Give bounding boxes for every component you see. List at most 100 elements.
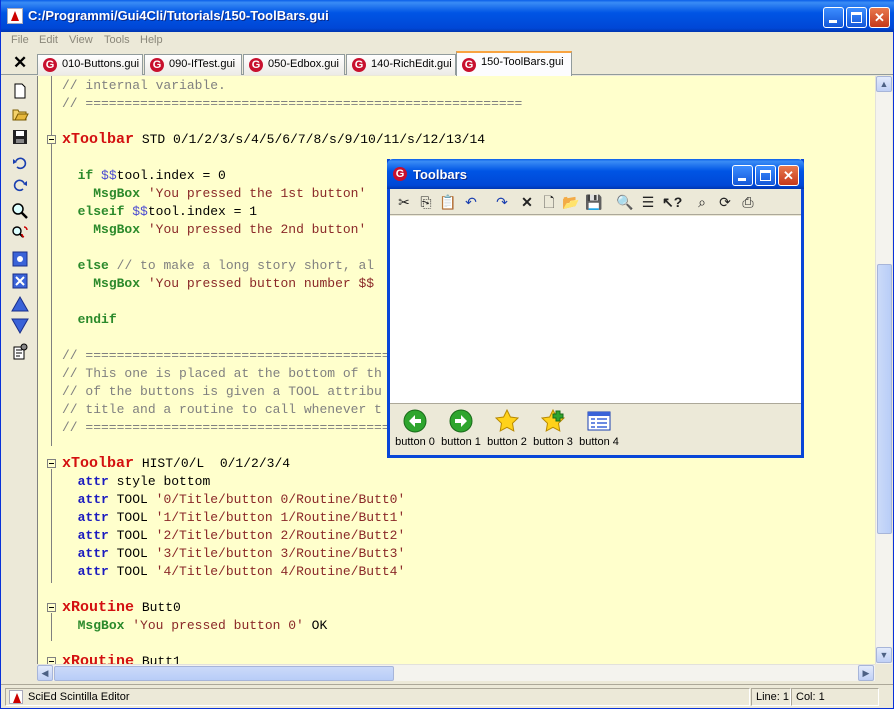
close-icon: ✕ (874, 10, 885, 25)
code-line[interactable]: // title and a routine to call whenever … (62, 401, 382, 419)
code-line[interactable]: MsgBox 'You pressed button 0' OK (62, 617, 328, 635)
scroll-down-arrow[interactable]: ▼ (876, 647, 892, 663)
paste-icon[interactable]: 📋 (439, 193, 457, 211)
find-icon[interactable]: ⌕ (693, 193, 711, 211)
save-icon[interactable]: 💾 (585, 193, 603, 211)
scroll-left-arrow[interactable]: ◀ (37, 665, 53, 681)
title-bar[interactable]: C:/Programmi/Gui4Cli/Tutorials/150-ToolB… (1, 0, 894, 32)
gui4cli-icon: G (43, 58, 57, 72)
redo-icon[interactable] (11, 176, 29, 194)
new-file-icon[interactable]: 🗋 (540, 193, 558, 211)
scroll-right-arrow[interactable]: ▶ (858, 665, 874, 681)
previous-up-icon[interactable] (11, 295, 29, 313)
code-line[interactable]: else // to make a long story short, al (62, 257, 374, 275)
fold-toggle[interactable] (47, 657, 56, 664)
vertical-scroll-thumb[interactable] (877, 264, 892, 534)
code-line[interactable]: xRoutine Butt1 (62, 653, 181, 664)
code-line[interactable]: attr TOOL '0/Title/button 0/Routine/Butt… (62, 491, 406, 509)
code-line[interactable]: MsgBox 'You pressed the 2nd button' (62, 221, 366, 239)
maximize-icon (851, 12, 862, 23)
tab-050-edbox[interactable]: G 050-Edbox.gui (243, 54, 345, 75)
replace-icon[interactable] (11, 224, 29, 242)
menu-edit[interactable]: Edit (39, 34, 58, 46)
tab-label: 140-RichEdit.gui (371, 58, 452, 70)
code-line[interactable]: attr TOOL '2/Title/button 2/Routine/Butt… (62, 527, 406, 545)
code-line[interactable]: elseif $$tool.index = 1 (62, 203, 257, 221)
code-line[interactable]: xRoutine Butt0 (62, 599, 181, 617)
minimize-button[interactable] (823, 7, 844, 28)
dialog-close-button[interactable]: ✕ (778, 165, 799, 186)
vertical-scrollbar[interactable]: ▲ ▼ (875, 76, 892, 664)
dialog-minimize-button[interactable] (732, 165, 753, 186)
gui4cli-icon: G (150, 58, 164, 72)
code-line[interactable]: // of the buttons is given a TOOL attrib… (62, 383, 382, 401)
toolbar-button-3[interactable]: button 3 (530, 407, 576, 453)
tab-010-buttons[interactable]: G 010-Buttons.gui (37, 54, 143, 75)
gui4cli-icon: G (462, 58, 476, 72)
status-line: Line: 1 (751, 688, 791, 706)
code-line[interactable]: // =====================================… (62, 95, 522, 113)
toolbar-button-0[interactable]: button 0 (392, 407, 438, 453)
close-button[interactable]: ✕ (869, 7, 890, 28)
undo-icon[interactable]: ↶ (462, 193, 480, 211)
redo-icon[interactable]: ↷ (493, 193, 511, 211)
dialog-title-bar[interactable]: G Toolbars ✕ (387, 159, 804, 189)
print-preview-icon[interactable]: 🔍 (616, 193, 634, 211)
code-line[interactable]: attr TOOL '3/Title/button 3/Routine/Butt… (62, 545, 406, 563)
menu-view[interactable]: View (69, 34, 93, 46)
tab-090-iftest[interactable]: G 090-IfTest.gui (144, 54, 242, 75)
code-line[interactable]: attr TOOL '1/Title/button 1/Routine/Butt… (62, 509, 406, 527)
properties-icon[interactable]: ☰ (639, 193, 657, 211)
undo-icon[interactable] (11, 154, 29, 172)
code-line[interactable]: endif (62, 311, 117, 329)
code-line[interactable]: xToolbar STD 0/1/2/3/s/4/5/6/7/8/s/9/10/… (62, 131, 485, 149)
open-folder-icon[interactable] (11, 105, 29, 123)
code-line[interactable]: // =====================================… (62, 347, 421, 365)
code-line[interactable]: // internal variable. (62, 77, 226, 95)
next-down-icon[interactable] (11, 317, 29, 335)
bookmark-icon[interactable] (11, 250, 29, 268)
menu-tools[interactable]: Tools (104, 34, 130, 46)
cut-icon[interactable]: ✂ (395, 193, 413, 211)
close-icon: ✕ (783, 168, 794, 183)
copy-icon[interactable]: ⎘ (417, 193, 435, 211)
fold-toggle[interactable] (47, 135, 56, 144)
horizontal-scroll-thumb[interactable] (54, 666, 394, 681)
maximize-button[interactable] (846, 7, 867, 28)
code-line[interactable]: attr style bottom (62, 473, 211, 491)
new-file-icon[interactable] (11, 82, 29, 100)
status-app-name: SciEd Scintilla Editor (28, 691, 130, 703)
replace-icon[interactable]: ⟳ (716, 193, 734, 211)
toolbar-button-2[interactable]: button 2 (484, 407, 530, 453)
dialog-maximize-button[interactable] (755, 165, 776, 186)
tab-140-richedit[interactable]: G 140-RichEdit.gui (346, 54, 456, 75)
minimize-icon (829, 20, 837, 23)
code-line[interactable]: xToolbar HIST/0/L 0/1/2/3/4 (62, 455, 290, 473)
code-line[interactable]: // =====================================… (62, 419, 421, 437)
fold-toggle[interactable] (47, 603, 56, 612)
save-icon[interactable] (11, 128, 29, 146)
fold-toggle[interactable] (47, 459, 56, 468)
status-app-cell: SciEd Scintilla Editor (5, 688, 750, 706)
menu-file[interactable]: File (11, 34, 29, 46)
code-line[interactable]: if $$tool.index = 0 (62, 167, 226, 185)
print-icon[interactable]: ⎙ (739, 193, 757, 211)
help-pointer-icon[interactable]: ↖? (662, 193, 682, 211)
delete-icon[interactable]: ✕ (518, 193, 536, 211)
toolbar-button-4[interactable]: button 4 (576, 407, 622, 453)
horizontal-scrollbar[interactable]: ◀ ▶ (37, 664, 875, 681)
toolbar-button-1[interactable]: button 1 (438, 407, 484, 453)
code-line[interactable]: attr TOOL '4/Title/button 4/Routine/Butt… (62, 563, 406, 581)
clear-bookmark-icon[interactable] (11, 272, 29, 290)
code-line[interactable]: // This one is placed at the bottom of t… (62, 365, 382, 383)
scroll-up-arrow[interactable]: ▲ (876, 76, 892, 92)
find-icon[interactable] (11, 202, 29, 220)
open-folder-icon[interactable]: 📂 (562, 193, 580, 211)
code-line[interactable]: MsgBox 'You pressed button number $$ (62, 275, 374, 293)
minimize-icon (738, 178, 746, 181)
tab-150-toolbars[interactable]: G 150-ToolBars.gui (456, 51, 572, 76)
code-line[interactable]: MsgBox 'You pressed the 1st button' (62, 185, 366, 203)
properties-icon[interactable] (11, 343, 29, 361)
close-tab-icon[interactable]: ✕ (13, 54, 27, 71)
menu-help[interactable]: Help (140, 34, 163, 46)
